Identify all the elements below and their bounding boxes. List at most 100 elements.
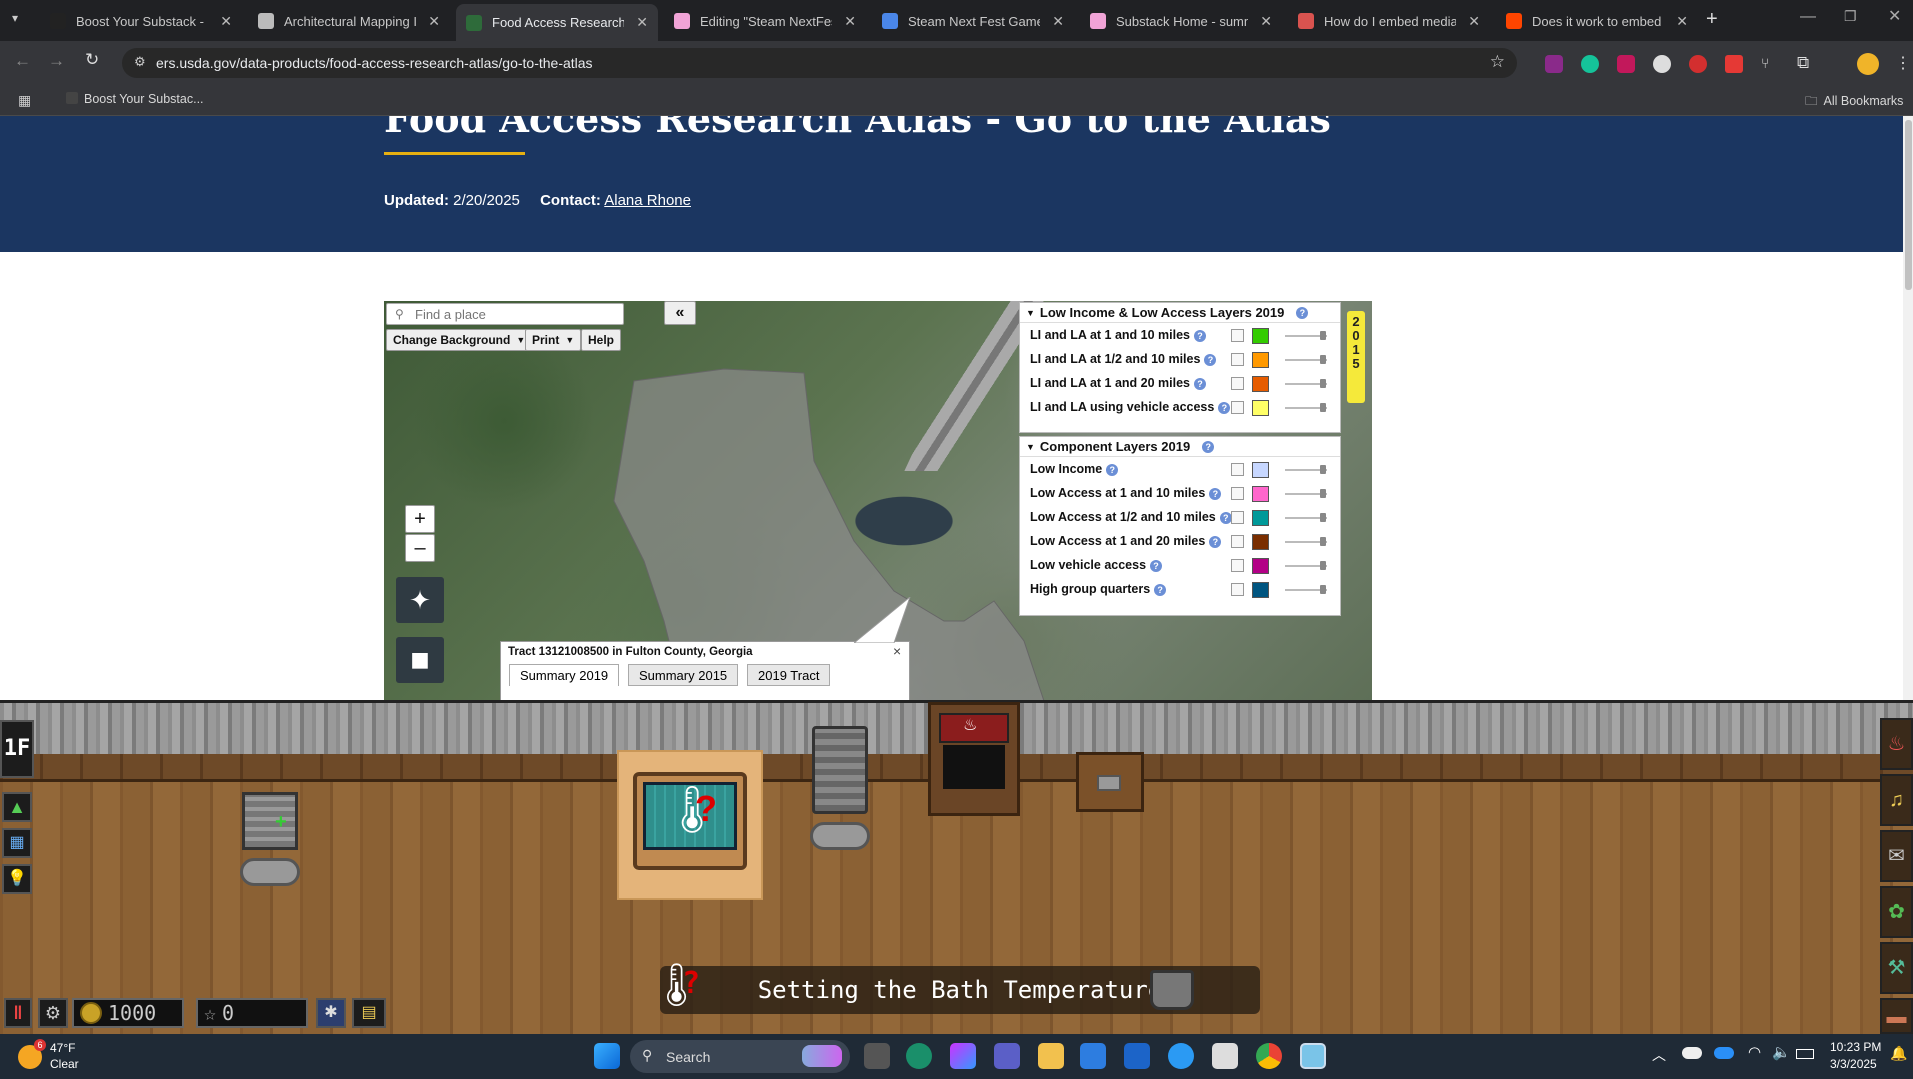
help-icon[interactable]: ?: [1204, 353, 1217, 366]
lightbulb-button[interactable]: 💡: [2, 864, 32, 894]
note-category-button[interactable]: ✉: [1880, 830, 1913, 882]
forward-icon[interactable]: →: [48, 51, 65, 71]
layer-checkbox[interactable]: [1231, 559, 1244, 572]
back-icon[interactable]: ←: [14, 51, 31, 71]
help-icon[interactable]: ?: [1194, 377, 1206, 390]
close-window-button[interactable]: ✕: [1888, 6, 1901, 26]
help-icon[interactable]: [1168, 1043, 1194, 1069]
onedrive-blue-icon[interactable]: [1714, 1047, 1734, 1059]
settings-gear-button[interactable]: ⚙: [38, 998, 68, 1028]
opacity-slider-handle[interactable]: [1320, 379, 1326, 388]
start-button[interactable]: [594, 1043, 620, 1069]
extensions-puzzle-icon[interactable]: ⧉: [1797, 53, 1809, 73]
fireplace-cabinet[interactable]: ♨: [928, 702, 1020, 816]
popup-tab-2019-tract[interactable]: 2019 Tract: [747, 664, 831, 686]
opacity-slider-handle[interactable]: [1320, 489, 1326, 498]
help-icon[interactable]: ?: [1150, 559, 1163, 572]
help-icon[interactable]: ?: [1194, 329, 1206, 342]
opacity-slider-handle[interactable]: [1320, 513, 1326, 522]
minimize-button[interactable]: —: [1800, 8, 1816, 26]
year-2015-tab[interactable]: 2015: [1347, 311, 1365, 403]
mcafee-icon[interactable]: [1124, 1043, 1150, 1069]
opacity-slider-handle[interactable]: [1320, 465, 1326, 474]
help-icon[interactable]: ?: [1202, 440, 1215, 453]
find-place-input[interactable]: [415, 306, 615, 323]
layer-checkbox[interactable]: [1231, 377, 1244, 390]
inventory-button[interactable]: ▤: [352, 998, 386, 1028]
opacity-slider-handle[interactable]: [1320, 561, 1326, 570]
browser-tab[interactable]: Food Access Research Atl ✕: [456, 4, 658, 41]
opacity-slider-handle[interactable]: [1320, 355, 1326, 364]
clock-date[interactable]: 3/3/2025: [1830, 1057, 1877, 1071]
tab-close-icon[interactable]: ✕: [636, 14, 648, 31]
help-icon[interactable]: ?: [1106, 463, 1119, 476]
tab-close-icon[interactable]: ✕: [428, 13, 440, 30]
wifi-icon[interactable]: ◠: [1748, 1043, 1761, 1061]
help-icon[interactable]: ?: [1209, 535, 1222, 548]
battery-icon[interactable]: [1796, 1049, 1814, 1059]
layer-checkbox[interactable]: [1231, 487, 1244, 500]
address-bar[interactable]: ⚙ ers.usda.gov/data-products/food-access…: [122, 48, 1517, 78]
outdoor-button[interactable]: ▲: [2, 792, 32, 822]
music-category-button[interactable]: ♫: [1880, 774, 1913, 826]
floor-indicator[interactable]: 1F: [0, 720, 34, 778]
help-icon[interactable]: ?: [1154, 583, 1167, 596]
new-tab-button[interactable]: +: [1706, 8, 1718, 31]
bath-temperature-panel[interactable]: 🌡 ?: [617, 750, 763, 900]
scrollbar-thumb[interactable]: [1905, 120, 1912, 290]
layer-checkbox[interactable]: [1231, 583, 1244, 596]
layer-checkbox[interactable]: [1231, 401, 1244, 414]
chevron-up-icon[interactable]: ︿: [1652, 1045, 1666, 1065]
alaska-button[interactable]: ✦: [396, 577, 444, 623]
browser-tab[interactable]: Boost Your Substack - by ✕: [40, 6, 242, 36]
tab-close-icon[interactable]: ✕: [1468, 13, 1480, 30]
lila-legend-header[interactable]: ▼ Low Income & Low Access Layers 2019 ?: [1020, 303, 1340, 323]
apps-grid-icon[interactable]: ▦: [18, 92, 31, 109]
taskbar-search[interactable]: ⚲ Search: [630, 1040, 850, 1073]
extension-icon[interactable]: [1653, 55, 1671, 73]
layer-checkbox[interactable]: [1231, 463, 1244, 476]
print-button[interactable]: Print ▼: [525, 329, 582, 351]
side-table[interactable]: [1076, 752, 1144, 812]
layer-checkbox[interactable]: [1231, 329, 1244, 342]
restore-button[interactable]: ❐: [1844, 8, 1857, 25]
tab-close-icon[interactable]: ✕: [1052, 13, 1064, 30]
task-view-icon[interactable]: [864, 1043, 890, 1069]
browser-tab[interactable]: How do I embed media in ✕: [1288, 6, 1490, 36]
grammarly-icon[interactable]: [1581, 55, 1599, 73]
help-button[interactable]: Help: [581, 329, 622, 351]
pdf-icon[interactable]: [1725, 55, 1743, 73]
layer-checkbox[interactable]: [1231, 353, 1244, 366]
extension-icon[interactable]: ⑂: [1761, 55, 1779, 73]
teams-icon[interactable]: [994, 1043, 1020, 1069]
tab-search-icon[interactable]: ▾: [12, 11, 30, 29]
cabinet-with-plus-icon[interactable]: +: [242, 792, 298, 850]
chrome-icon[interactable]: [1256, 1043, 1282, 1069]
pause-button[interactable]: ‖: [4, 998, 32, 1028]
layer-checkbox[interactable]: [1231, 511, 1244, 524]
edge-icon[interactable]: [906, 1043, 932, 1069]
change-background-button[interactable]: Change Background ▼: [386, 329, 533, 351]
zoom-in-button[interactable]: +: [405, 505, 435, 533]
stone-slab[interactable]: [240, 858, 300, 886]
help-icon[interactable]: ?: [1209, 487, 1222, 500]
plant-category-button[interactable]: ✿: [1880, 886, 1913, 938]
chair[interactable]: [812, 726, 868, 814]
extension-icon[interactable]: [1689, 55, 1707, 73]
onedrive-icon[interactable]: [1682, 1047, 1702, 1059]
continental-us-button[interactable]: ◼: [396, 637, 444, 683]
popup-close-icon[interactable]: ×: [893, 643, 901, 659]
contact-link[interactable]: Alana Rhone: [604, 192, 691, 209]
clock-time[interactable]: 10:23 PM: [1830, 1040, 1881, 1054]
extension-icon[interactable]: [1545, 55, 1563, 73]
store-icon[interactable]: [1080, 1043, 1106, 1069]
game-app-icon[interactable]: [1300, 1043, 1326, 1069]
building-button[interactable]: ▦: [2, 828, 32, 858]
opacity-slider-handle[interactable]: [1320, 537, 1326, 546]
component-legend-header[interactable]: ▼ Component Layers 2019 ?: [1020, 437, 1340, 457]
page-scrollbar[interactable]: [1903, 116, 1913, 700]
tab-close-icon[interactable]: ✕: [1260, 13, 1272, 30]
tab-close-icon[interactable]: ✕: [844, 13, 856, 30]
menu-kebab-icon[interactable]: ⋮: [1895, 53, 1911, 73]
help-icon[interactable]: ?: [1296, 306, 1309, 319]
